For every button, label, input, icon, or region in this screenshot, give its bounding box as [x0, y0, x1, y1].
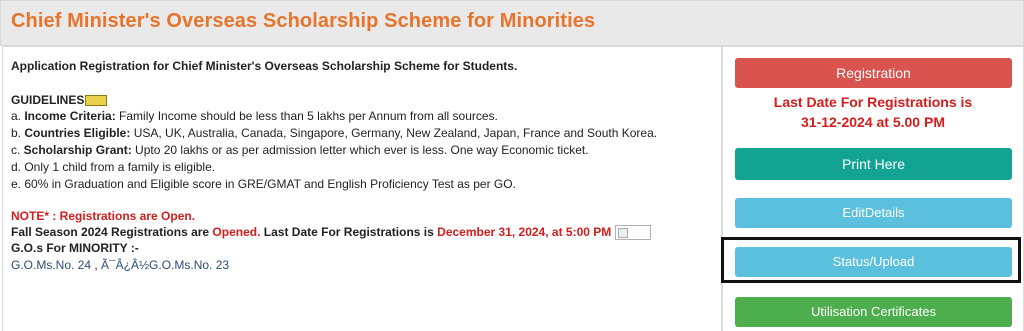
- guideline-label: Countries Eligible:: [24, 126, 131, 140]
- guidelines-heading: GUIDELINES: [11, 92, 108, 108]
- guideline-item: d. Only 1 child from a family is eligibl…: [11, 159, 215, 175]
- guideline-item: a. Income Criteria: Family Income should…: [11, 108, 498, 124]
- registration-button[interactable]: Registration: [735, 58, 1012, 88]
- guideline-label: Income Criteria:: [24, 109, 116, 123]
- fall-season-text: Fall Season 2024 Registrations are: [11, 225, 213, 239]
- edit-details-button[interactable]: EditDetails: [735, 198, 1012, 228]
- status-upload-highlight: [721, 237, 1021, 283]
- deadline-line-1: Last Date For Registrations is: [773, 94, 973, 110]
- guidelines-heading-text: GUIDELINES: [11, 93, 85, 107]
- guideline-text: USA, UK, Australia, Canada, Singapore, G…: [130, 126, 658, 140]
- go-link-23[interactable]: Ã¯Â¿Â½G.O.Ms.No. 23: [101, 258, 229, 272]
- page-header: Chief Minister's Overseas Scholarship Sc…: [0, 0, 1024, 46]
- print-here-button[interactable]: Print Here: [735, 148, 1012, 180]
- fall-season-notice: Fall Season 2024 Registrations are Opene…: [11, 224, 652, 241]
- broken-image-icon: [615, 225, 652, 241]
- page-title: Chief Minister's Overseas Scholarship Sc…: [11, 10, 596, 32]
- main-content-panel: Application Registration for Chief Minis…: [2, 46, 722, 331]
- guideline-item: e. 60% in Graduation and Eligible score …: [11, 176, 516, 192]
- new-badge-icon: [85, 95, 108, 107]
- intro-text: Application Registration for Chief Minis…: [11, 59, 518, 73]
- guideline-text: Family Income should be less than 5 lakh…: [115, 109, 498, 123]
- guideline-prefix: b.: [11, 126, 25, 140]
- guideline-item: c. Scholarship Grant: Upto 20 lakhs or a…: [11, 142, 589, 158]
- guideline-label: Scholarship Grant:: [23, 143, 132, 157]
- guideline-text: 60% in Graduation and Eligible score in …: [24, 177, 516, 191]
- go-link-24[interactable]: G.O.Ms.No. 24: [11, 258, 91, 272]
- go-separator: ,: [91, 258, 102, 272]
- gos-heading: G.O.s For MINORITY :-: [11, 241, 139, 255]
- last-date-value: December 31, 2024, at 5:00 PM: [437, 225, 612, 239]
- guideline-text: Upto 20 lakhs or as per admission letter…: [131, 143, 589, 157]
- utilisation-certificates-button[interactable]: Utilisation Certificates: [735, 297, 1012, 327]
- guideline-text: Only 1 child from a family is eligible.: [24, 160, 216, 174]
- action-sidebar: Registration Last Date For Registrations…: [722, 46, 1024, 331]
- deadline-line-2: 31-12-2024 at 5.00 PM: [801, 114, 945, 130]
- guideline-prefix: a.: [11, 109, 25, 123]
- registration-note: NOTE* : Registrations are Open.: [11, 209, 196, 223]
- guideline-item: b. Countries Eligible: USA, UK, Australi…: [11, 125, 657, 141]
- opened-status: Opened.: [212, 225, 261, 239]
- guideline-prefix: d.: [11, 160, 25, 174]
- guideline-prefix: e.: [11, 177, 25, 191]
- last-date-text: Last Date For Registrations is: [260, 225, 438, 239]
- go-links: G.O.Ms.No. 24 , Ã¯Â¿Â½G.O.Ms.No. 23: [11, 257, 229, 273]
- guideline-prefix: c.: [11, 143, 24, 157]
